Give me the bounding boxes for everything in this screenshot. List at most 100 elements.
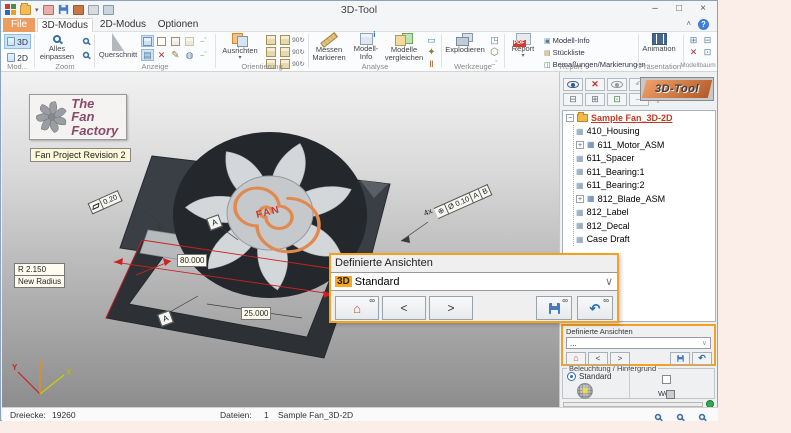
- dim-width-label[interactable]: 80.000: [177, 254, 207, 267]
- explode-button[interactable]: Explodieren: [444, 33, 486, 62]
- root-collapse-icon[interactable]: −: [566, 114, 574, 122]
- restore-view-button[interactable]: ↶∞: [577, 296, 613, 320]
- radio-standard-icon[interactable]: [567, 372, 576, 381]
- home-view-button[interactable]: ⌂∞: [335, 296, 379, 320]
- close-button[interactable]: ×: [691, 1, 715, 17]
- triangles-value: 19260: [52, 410, 76, 420]
- dim-radius-label[interactable]: R 2.150 New Radius: [14, 263, 65, 288]
- mode-3d-button[interactable]: 3D: [4, 34, 31, 49]
- collapse-ribbon-icon[interactable]: ˄: [686, 19, 691, 28]
- open-file-icon[interactable]: [20, 5, 31, 15]
- display-more-button[interactable]: –ˇ: [197, 35, 210, 47]
- tree-item-row[interactable]: ▦Case Draft: [576, 233, 715, 247]
- help-icon[interactable]: ?: [698, 19, 709, 30]
- shaded-mode-button[interactable]: [141, 35, 154, 47]
- report-button[interactable]: PDFReport▾: [507, 33, 539, 62]
- envelope-check-button[interactable]: ▭: [425, 34, 438, 46]
- transparent-mode-button[interactable]: [183, 35, 196, 47]
- hidden-line-mode-button[interactable]: [169, 35, 182, 47]
- tree-root-row[interactable]: − Sample Fan_3D-2D: [563, 111, 715, 125]
- tree-collapse-button[interactable]: ⊟: [563, 93, 583, 106]
- tree-expand-all-button[interactable]: ⊞: [687, 34, 700, 46]
- tree-collapse-all-button[interactable]: ⊟: [701, 34, 714, 46]
- 3d-viewport[interactable]: FAN: [2, 72, 559, 407]
- tree-item-row[interactable]: +▦812_Blade_ASM: [576, 192, 715, 206]
- show-all-button[interactable]: [607, 78, 627, 91]
- fan-model[interactable]: FAN: [106, 130, 390, 358]
- tree-expand-button[interactable]: ⊞: [585, 93, 605, 106]
- next-view-button[interactable]: >: [429, 296, 473, 320]
- node-expand-icon[interactable]: +: [576, 195, 584, 203]
- render-more-button[interactable]: –ˇ: [197, 49, 210, 61]
- coordinate-button[interactable]: ⬡: [488, 46, 501, 58]
- align-button[interactable]: Ausrichten▾: [218, 33, 262, 62]
- view-combobox[interactable]: 3D Standard ∨: [331, 272, 617, 291]
- capture-icon[interactable]: [43, 5, 54, 15]
- tab-3d-modus[interactable]: 3D-Modus: [37, 18, 93, 32]
- wireframe-mode-button[interactable]: [155, 35, 168, 47]
- environment-toggle-button[interactable]: ◍: [183, 49, 196, 61]
- tree-search-button[interactable]: ⊡: [701, 46, 714, 58]
- section-button[interactable]: Querschnitt: [97, 33, 139, 62]
- view-back-button[interactable]: [278, 34, 291, 46]
- export-icon[interactable]: [73, 5, 84, 15]
- rotate-90-y-button[interactable]: 90↻: [292, 46, 305, 58]
- lighting-standard-option[interactable]: Standard: [567, 372, 611, 381]
- edges-toggle-button[interactable]: ▤: [141, 49, 154, 61]
- copy-icon[interactable]: [103, 5, 114, 15]
- panel-next-view-button[interactable]: >: [610, 352, 630, 365]
- tree-item-row[interactable]: ▦812_Label: [576, 206, 715, 220]
- views-panel-combobox[interactable]: ...∨: [566, 337, 711, 349]
- maximize-button[interactable]: □: [667, 1, 691, 17]
- node-expand-icon[interactable]: +: [576, 141, 584, 149]
- normal-checkbox[interactable]: [666, 390, 675, 399]
- tree-item-row[interactable]: ▦410_Housing: [576, 125, 715, 139]
- panel-restore-view-button[interactable]: ↶: [692, 352, 712, 365]
- tree-item-row[interactable]: ▦611_Bearing:1: [576, 165, 715, 179]
- vertices-toggle-button[interactable]: ✕: [155, 49, 168, 61]
- annotations-toggle-button[interactable]: ✎: [169, 49, 182, 61]
- tab-2d-modus[interactable]: 2D-Modus: [95, 18, 151, 32]
- tree-item-row[interactable]: ▦611_Bearing:2: [576, 179, 715, 193]
- tree-item-row[interactable]: +▦611_Motor_ASM: [576, 138, 715, 152]
- save-icon[interactable]: [58, 5, 67, 14]
- draft-check-button[interactable]: ✦: [425, 46, 438, 58]
- transform-button[interactable]: ◳: [488, 34, 501, 46]
- rotate-90-x-button[interactable]: 90↻: [292, 34, 305, 46]
- app-icon[interactable]: [5, 4, 16, 15]
- save-view-button[interactable]: ∞: [536, 296, 572, 320]
- show-selected-button[interactable]: [563, 78, 583, 91]
- zoom-fit-button[interactable]: Alles einpassen: [37, 33, 77, 62]
- animation-button[interactable]: Animation: [640, 33, 678, 62]
- open-dropdown-icon[interactable]: ▾: [35, 6, 39, 14]
- panel-prev-view-button[interactable]: <: [588, 352, 608, 365]
- tree-isolate-button[interactable]: ✕: [687, 46, 700, 58]
- view-right-button[interactable]: [278, 46, 291, 58]
- tree-item-row[interactable]: ▦812_Decal: [576, 219, 715, 233]
- save-view-icon: [677, 355, 684, 362]
- standard-label: Standard: [579, 372, 611, 381]
- panel-save-view-button[interactable]: [670, 352, 690, 365]
- view-left-button[interactable]: [264, 46, 277, 58]
- tree-check-button[interactable]: ⊡: [607, 93, 627, 106]
- tab-file[interactable]: File: [3, 18, 35, 32]
- print-icon[interactable]: [88, 5, 99, 15]
- dim-depth-label[interactable]: 25.000: [241, 307, 271, 320]
- light-direction-sphere[interactable]: [577, 383, 593, 399]
- panel-home-view-button[interactable]: ⌂: [566, 352, 586, 365]
- tree-item-row[interactable]: ▦611_Spacer: [576, 152, 715, 166]
- home-infinity-icon: ∞: [369, 297, 375, 305]
- measure-button[interactable]: Messen Markieren: [311, 33, 347, 62]
- model-info-button[interactable]: iModell-Info: [349, 33, 383, 62]
- zoom-out-button[interactable]: [79, 49, 92, 61]
- vertices-icon: ✕: [158, 50, 166, 61]
- tab-optionen[interactable]: Optionen: [153, 18, 203, 32]
- compare-models-button[interactable]: Modelle vergleichen: [385, 33, 423, 62]
- white-checkbox[interactable]: [662, 375, 671, 384]
- previous-view-button[interactable]: <: [382, 296, 426, 320]
- save-infinity-icon: ∞: [562, 297, 568, 305]
- view-front-button[interactable]: [264, 34, 277, 46]
- hide-selected-button[interactable]: ✕: [585, 78, 605, 91]
- minimize-button[interactable]: –: [643, 1, 667, 17]
- zoom-window-button[interactable]: [79, 35, 92, 47]
